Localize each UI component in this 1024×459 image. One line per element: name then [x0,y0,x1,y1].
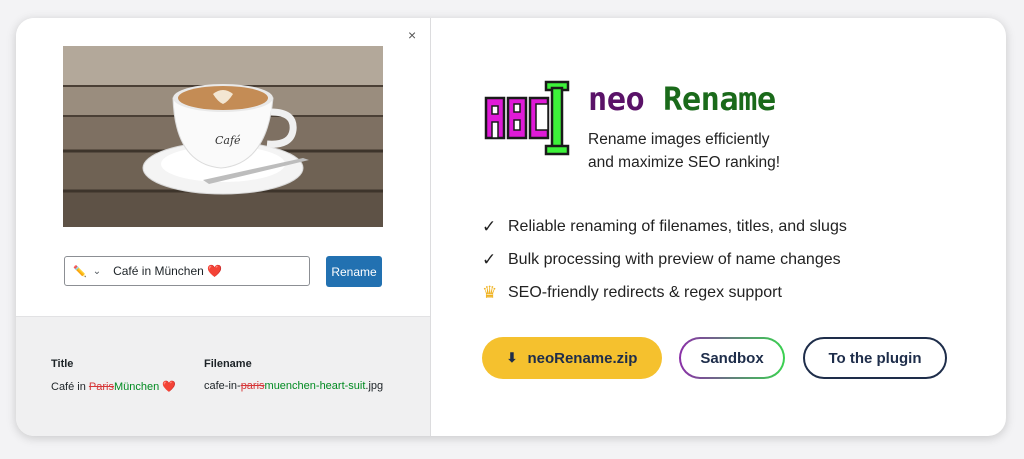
rename-input[interactable]: ✏️ ⌄ Café in München ❤️ [64,256,310,286]
filename-preview-value: cafe-in-parismuenchen-heart-suit.jpg [204,380,383,392]
sandbox-button-label: Sandbox [681,339,783,377]
to-plugin-button[interactable]: To the plugin [803,337,947,379]
brand-name: neo Rename [588,80,776,118]
rename-button[interactable]: Rename [326,256,382,287]
sandbox-button[interactable]: Sandbox [679,337,785,379]
coffee-photo: Café [63,46,383,227]
title-preview-value: Café in ParisMünchen ❤️ [51,380,176,393]
download-zip-button[interactable]: ⬇ neoRename.zip [482,337,662,379]
filename-column-header: Filename [204,358,252,370]
feature-item: ✓ Reliable renaming of filenames, titles… [482,210,847,243]
chevron-down-icon[interactable]: ⌄ [93,266,101,277]
check-icon: ✓ [482,249,497,269]
feature-list: ✓ Reliable renaming of filenames, titles… [482,210,847,309]
promo-card: × Café ✏️ ⌄ Café in München ❤️ Rename Ti… [16,18,1006,436]
dialog-top: × Café ✏️ ⌄ Café in München ❤️ Rename [16,18,430,316]
neorename-logo-icon [484,80,572,160]
brand-name-part1: neo [588,80,645,118]
check-icon: ✓ [482,216,497,236]
feature-text: Reliable renaming of filenames, titles, … [508,217,847,235]
rename-dialog: × Café ✏️ ⌄ Café in München ❤️ Rename Ti… [16,18,431,436]
feature-text: SEO-friendly redirects & regex support [508,283,782,301]
close-icon[interactable]: × [408,26,416,44]
download-icon: ⬇ [506,350,518,365]
filename-suffix: .jpg [365,380,384,392]
svg-text:Café: Café [215,134,241,147]
title-column-header: Title [51,358,74,370]
crown-icon: ♛ [482,282,498,302]
title-removed: Paris [88,381,114,393]
title-suffix: ❤️ [159,381,177,393]
rename-preview [16,316,430,436]
title-added: München [113,381,160,393]
feature-item: ♛ SEO-friendly redirects & regex support [482,276,847,309]
download-button-label: neoRename.zip [527,349,638,367]
rename-input-value: Café in München ❤️ [113,264,223,278]
brand-name-part2: Rename [663,80,776,118]
filename-removed: paris [240,380,265,392]
tagline: Rename images efficiently and maximize S… [588,128,780,174]
tagline-line1: Rename images efficiently [588,131,770,148]
feature-text: Bulk processing with preview of name cha… [508,250,841,268]
tagline-line2: and maximize SEO ranking! [588,154,781,171]
pencil-icon: ✏️ [73,265,87,278]
title-prefix: Café in [51,381,89,393]
filename-prefix: cafe-in- [204,380,241,392]
feature-item: ✓ Bulk processing with preview of name c… [482,243,847,276]
filename-added: muenchen-heart-suit [264,380,366,392]
